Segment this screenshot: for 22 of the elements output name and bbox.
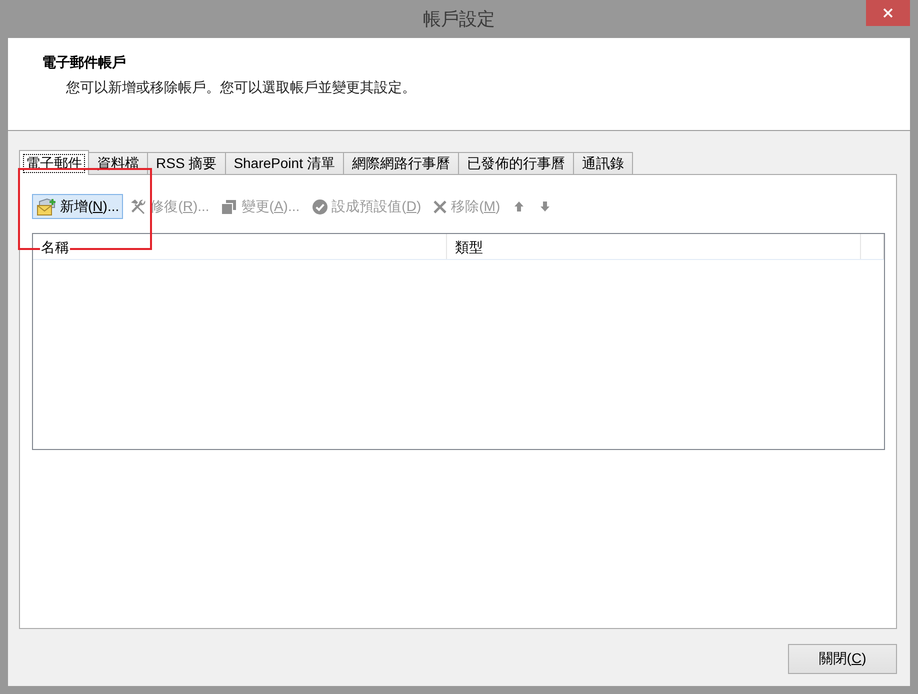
account-list[interactable]: 名稱 類型 xyxy=(32,233,885,450)
description-text: 您可以新增或移除帳戶。您可以選取帳戶並變更其設定。 xyxy=(66,78,417,97)
tab[interactable]: RSS 摘要 xyxy=(147,152,226,174)
column-header[interactable]: 類型 xyxy=(454,238,484,256)
tools-icon xyxy=(130,198,146,214)
tab[interactable]: 已發佈的行事曆 xyxy=(458,152,574,174)
close-button[interactable]: 關閉(C) xyxy=(788,644,897,674)
column-header[interactable]: 名稱 xyxy=(40,238,70,256)
close-icon xyxy=(883,8,893,18)
close-button[interactable] xyxy=(866,0,910,26)
window-title: 帳戶設定 xyxy=(423,8,495,31)
new-button[interactable]: 新增(N)... xyxy=(32,194,124,219)
down-arrow-icon xyxy=(540,201,550,212)
check-circle-icon xyxy=(312,198,328,214)
up-arrow-icon xyxy=(514,201,524,212)
envelope-icon xyxy=(36,198,56,216)
stacked-squares-icon xyxy=(221,198,238,214)
tab[interactable]: 通訊錄 xyxy=(572,152,633,174)
section-title: 電子郵件帳戶 xyxy=(42,53,127,72)
tab[interactable]: SharePoint 清單 xyxy=(224,152,344,174)
cross-icon xyxy=(433,200,448,214)
tab[interactable]: 網際網路行事曆 xyxy=(342,152,459,174)
